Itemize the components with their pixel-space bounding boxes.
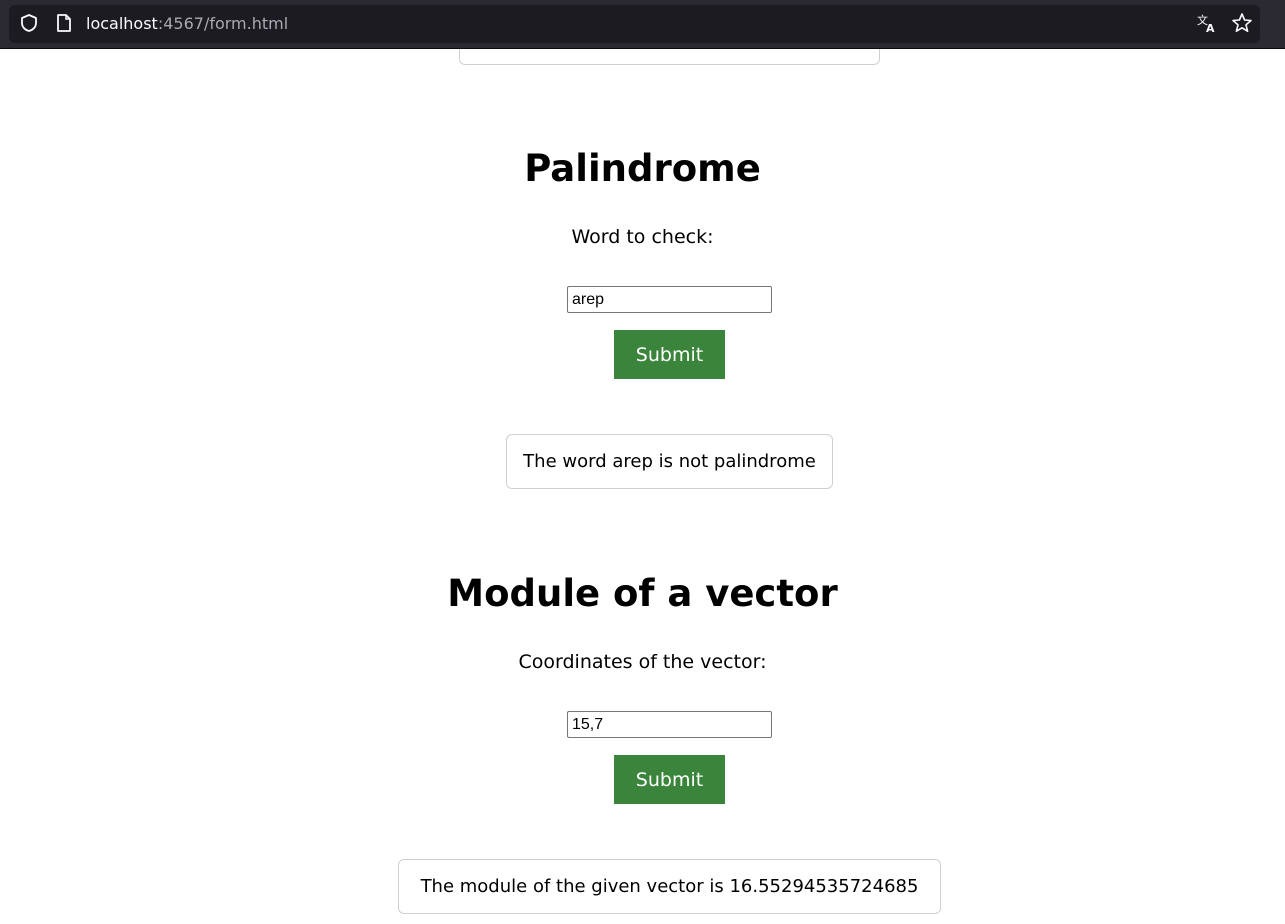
translate-icon[interactable]: 文 A [1195,11,1219,35]
palindrome-title: Palindrome [524,147,761,190]
palindrome-result: The word arep is not palindrome [506,434,833,489]
page-content: Palindrome Word to check: Submit The wor… [0,49,1285,924]
previous-result-box [459,49,880,65]
bookmark-star-icon[interactable] [1230,11,1254,35]
url-path: :4567/form.html [157,14,289,33]
page-icon[interactable] [52,11,76,35]
url-host: localhost [86,14,158,33]
url-text[interactable]: localhost:4567/form.html [86,14,288,34]
browser-toolbar: localhost:4567/form.html 文 A [0,0,1285,49]
vector-label: Coordinates of the vector: [518,651,767,673]
palindrome-label: Word to check: [571,226,714,248]
palindrome-word-input[interactable] [567,286,772,313]
vector-title: Module of a vector [447,572,838,615]
svg-text:A: A [1206,22,1215,34]
palindrome-submit-button[interactable]: Submit [614,330,725,379]
shield-icon[interactable] [17,11,41,35]
vector-coordinates-input[interactable] [567,711,772,738]
vector-result: The module of the given vector is 16.552… [398,859,941,914]
vector-submit-button[interactable]: Submit [614,755,725,804]
